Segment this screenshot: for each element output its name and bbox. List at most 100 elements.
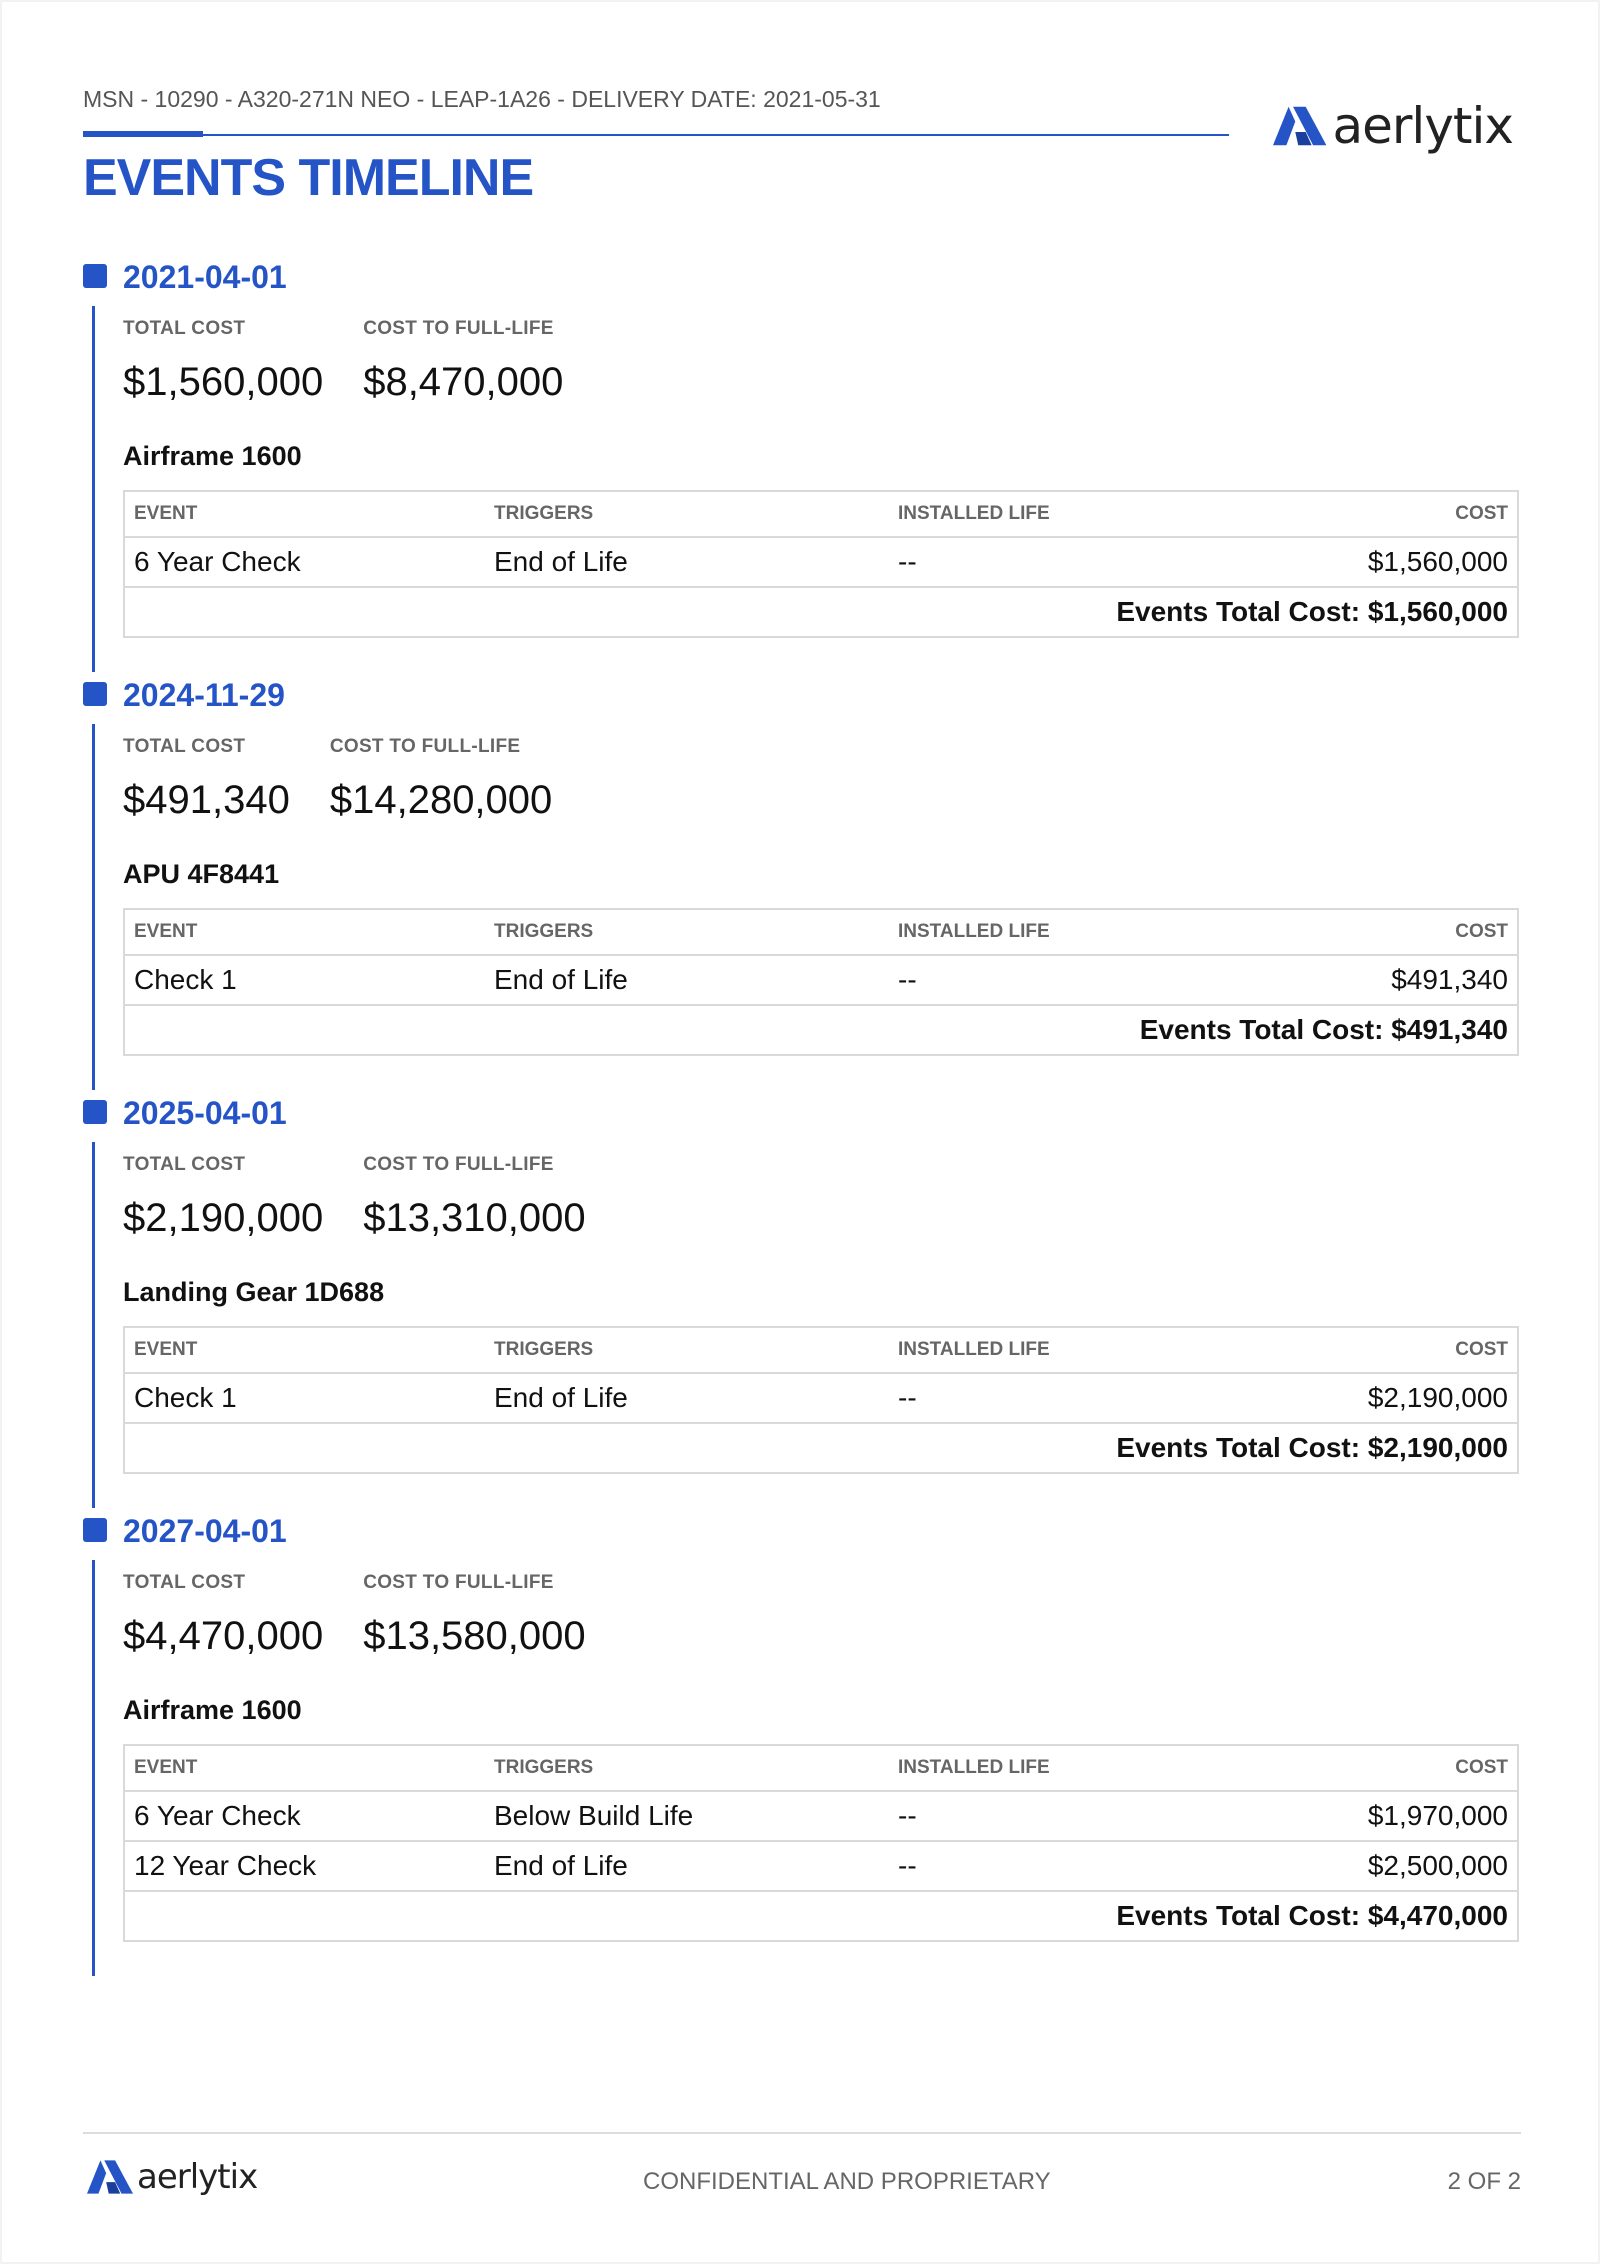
events-timeline: 2021-04-01 TOTAL COST $1,560,000 COST TO… [83,254,1523,1976]
events-total-cost: Events Total Cost: $2,190,000 [124,1423,1518,1474]
events-table: EVENT TRIGGERS INSTALLED LIFE COST 6 Yea… [123,490,1519,638]
event-row: Check 1 End of Life -- $2,190,000 [124,1373,1518,1424]
event-stats: TOTAL COST $1,560,000 COST TO FULL-LIFE … [123,318,1523,405]
total-cost-stat: TOTAL COST $1,560,000 [123,318,323,405]
event-row: Check 1 End of Life -- $491,340 [124,955,1518,1006]
col-header-event: EVENT [124,909,485,956]
event-name: 6 Year Check [124,537,485,588]
component-name: Landing Gear 1D688 [123,1277,385,1307]
brand-logo: aerlytix [1273,96,1514,156]
col-header-cost: COST [1247,909,1518,956]
cost-to-full-life-value: $8,470,000 [363,360,564,404]
total-cost-stat: TOTAL COST $4,470,000 [123,1572,323,1659]
timeline-event: 2027-04-01 TOTAL COST $4,470,000 COST TO… [83,1508,1523,1976]
cost-to-full-life-label: COST TO FULL-LIFE [363,1154,554,1175]
header-rule-accent [83,131,203,137]
col-header-triggers: TRIGGERS [485,1327,889,1374]
aircraft-subtitle: MSN - 10290 - A320-271N NEO - LEAP-1A26 … [83,86,881,112]
table-header-row: EVENT TRIGGERS INSTALLED LIFE COST [124,1745,1518,1792]
events-total-cost: Events Total Cost: $1,560,000 [124,587,1518,638]
total-cost-value: $491,340 [123,778,290,822]
events-total-row: Events Total Cost: $4,470,000 [124,1891,1518,1942]
event-installed-life: -- [889,537,1247,588]
events-total-row: Events Total Cost: $1,560,000 [124,587,1518,638]
col-header-event: EVENT [124,1327,485,1374]
event-date: 2021-04-01 [123,259,287,295]
event-cost: $491,340 [1247,955,1518,1006]
col-header-triggers: TRIGGERS [485,491,889,538]
aerlytix-logo-icon [1273,106,1327,146]
col-header-event: EVENT [124,491,485,538]
timeline-event: 2025-04-01 TOTAL COST $2,190,000 COST TO… [83,1090,1523,1508]
events-table: EVENT TRIGGERS INSTALLED LIFE COST Check… [123,908,1519,1056]
events-total-row: Events Total Cost: $2,190,000 [124,1423,1518,1474]
events-total-cost: Events Total Cost: $491,340 [124,1005,1518,1056]
cost-to-full-life-value: $13,580,000 [363,1614,586,1658]
report-page: MSN - 10290 - A320-271N NEO - LEAP-1A26 … [2,2,1598,2262]
page-number: 2 OF 2 [1447,2168,1521,2195]
timeline-marker-icon [83,682,107,706]
cost-to-full-life-stat: COST TO FULL-LIFE $8,470,000 [363,318,563,405]
col-header-event: EVENT [124,1745,485,1792]
timeline-line [92,306,95,672]
event-installed-life: -- [889,1791,1247,1842]
events-total-cost: Events Total Cost: $4,470,000 [124,1891,1518,1942]
col-header-installed-life: INSTALLED LIFE [889,1745,1247,1792]
component-name: Airframe 1600 [123,1695,302,1725]
event-row: 6 Year Check Below Build Life -- $1,970,… [124,1791,1518,1842]
component-name: APU 4F8441 [123,859,280,889]
event-date: 2025-04-01 [123,1095,287,1131]
event-trigger: Below Build Life [485,1791,889,1842]
event-row: 12 Year Check End of Life -- $2,500,000 [124,1841,1518,1892]
footer-rule [83,2132,1521,2134]
event-installed-life: -- [889,1373,1247,1424]
page-footer: aerlytix CONFIDENTIAL AND PROPRIETARY 2 … [83,2132,1521,2195]
event-name: 12 Year Check [124,1841,485,1892]
events-total-row: Events Total Cost: $491,340 [124,1005,1518,1056]
timeline-marker-icon [83,1100,107,1124]
footer-logo-text: aerlytix [137,2157,258,2197]
event-installed-life: -- [889,955,1247,1006]
event-stats: TOTAL COST $4,470,000 COST TO FULL-LIFE … [123,1572,1523,1659]
confidential-notice: CONFIDENTIAL AND PROPRIETARY [643,2168,1051,2195]
page-title: EVENTS TIMELINE [83,149,534,207]
total-cost-label: TOTAL COST [123,1154,246,1175]
col-header-cost: COST [1247,1745,1518,1792]
col-header-installed-life: INSTALLED LIFE [889,1327,1247,1374]
col-header-triggers: TRIGGERS [485,909,889,956]
event-date: 2024-11-29 [123,677,285,713]
total-cost-stat: TOTAL COST $491,340 [123,736,290,823]
cost-to-full-life-label: COST TO FULL-LIFE [329,736,521,757]
table-header-row: EVENT TRIGGERS INSTALLED LIFE COST [124,1327,1518,1374]
total-cost-value: $2,190,000 [123,1196,324,1240]
col-header-cost: COST [1247,1327,1518,1374]
event-trigger: End of Life [485,955,889,1006]
cost-to-full-life-value: $13,310,000 [363,1196,586,1240]
events-table: EVENT TRIGGERS INSTALLED LIFE COST Check… [123,1326,1519,1474]
event-name: Check 1 [124,1373,485,1424]
event-name: 6 Year Check [124,1791,485,1842]
event-row: 6 Year Check End of Life -- $1,560,000 [124,537,1518,588]
col-header-installed-life: INSTALLED LIFE [889,491,1247,538]
timeline-marker-icon [83,264,107,288]
footer-logo: aerlytix [87,2157,258,2197]
table-header-row: EVENT TRIGGERS INSTALLED LIFE COST [124,909,1518,956]
report-header: MSN - 10290 - A320-271N NEO - LEAP-1A26 … [83,82,1517,212]
timeline-marker-icon [83,1518,107,1542]
aerlytix-logo-icon [87,2160,133,2194]
col-header-installed-life: INSTALLED LIFE [889,909,1247,956]
event-cost: $2,190,000 [1247,1373,1518,1424]
header-rule [83,134,1229,136]
brand-logo-text: aerlytix [1332,97,1514,155]
event-stats: TOTAL COST $2,190,000 COST TO FULL-LIFE … [123,1154,1523,1241]
total-cost-stat: TOTAL COST $2,190,000 [123,1154,323,1241]
total-cost-value: $1,560,000 [123,360,324,404]
total-cost-value: $4,470,000 [123,1614,324,1658]
event-cost: $1,970,000 [1247,1791,1518,1842]
col-header-triggers: TRIGGERS [485,1745,889,1792]
event-name: Check 1 [124,955,485,1006]
component-name: Airframe 1600 [123,441,302,471]
cost-to-full-life-stat: COST TO FULL-LIFE $13,310,000 [363,1154,585,1241]
event-installed-life: -- [889,1841,1247,1892]
timeline-line [92,724,95,1090]
